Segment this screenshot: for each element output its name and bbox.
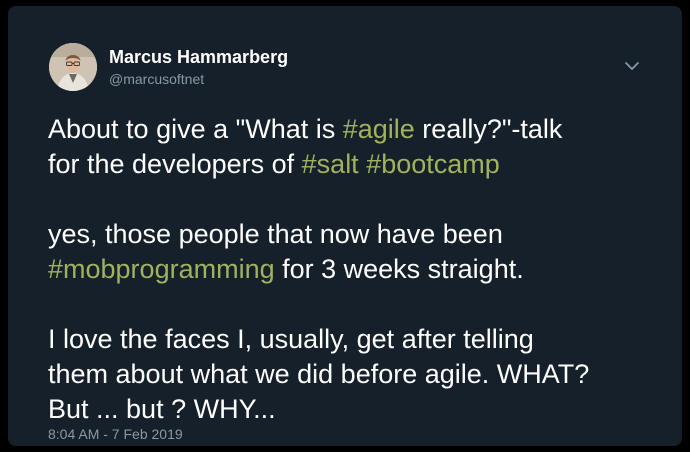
- text-segment: About to give a "What is: [48, 114, 343, 144]
- text-segment: them about what we did before agile. WHA…: [48, 359, 590, 389]
- display-name[interactable]: Marcus Hammarberg: [109, 46, 288, 68]
- tweet-line: I love the faces I, usually, get after t…: [48, 322, 668, 357]
- text-segment: But ... but ? WHY...: [48, 394, 276, 424]
- tweet-line: them about what we did before agile. WHA…: [48, 357, 668, 392]
- tweet-text: About to give a "What is #agile really?"…: [48, 112, 668, 427]
- tweet-line: #mobprogramming for 3 weeks straight.: [48, 252, 668, 287]
- user-handle[interactable]: @marcusoftnet: [109, 70, 204, 88]
- avatar[interactable]: [49, 43, 97, 91]
- tweet-line: But ... but ? WHY...: [48, 392, 668, 427]
- tweet-card: Marcus Hammarberg @marcusoftnet About to…: [8, 6, 682, 446]
- tweet-timestamp[interactable]: 8:04 AM - 7 Feb 2019: [48, 425, 183, 443]
- text-segment: yes, those people that now have been: [48, 219, 503, 249]
- chevron-down-icon[interactable]: [623, 59, 641, 73]
- text-segment: I love the faces I, usually, get after t…: [48, 324, 534, 354]
- text-segment: really?"-talk: [414, 114, 563, 144]
- hashtag-mobprogramming[interactable]: #mobprogramming: [48, 254, 275, 284]
- hashtag-bootcamp[interactable]: #bootcamp: [366, 149, 500, 179]
- tweet-line: yes, those people that now have been: [48, 217, 668, 252]
- hashtag-salt[interactable]: #salt: [302, 149, 359, 179]
- text-segment: for 3 weeks straight.: [274, 254, 524, 284]
- avatar-photo: [49, 43, 97, 91]
- text-segment: for the developers of: [48, 149, 302, 179]
- hashtag-agile[interactable]: #agile: [343, 114, 415, 144]
- tweet-line: About to give a "What is #agile really?"…: [48, 112, 668, 147]
- tweet-line: for the developers of #salt #bootcamp: [48, 147, 668, 182]
